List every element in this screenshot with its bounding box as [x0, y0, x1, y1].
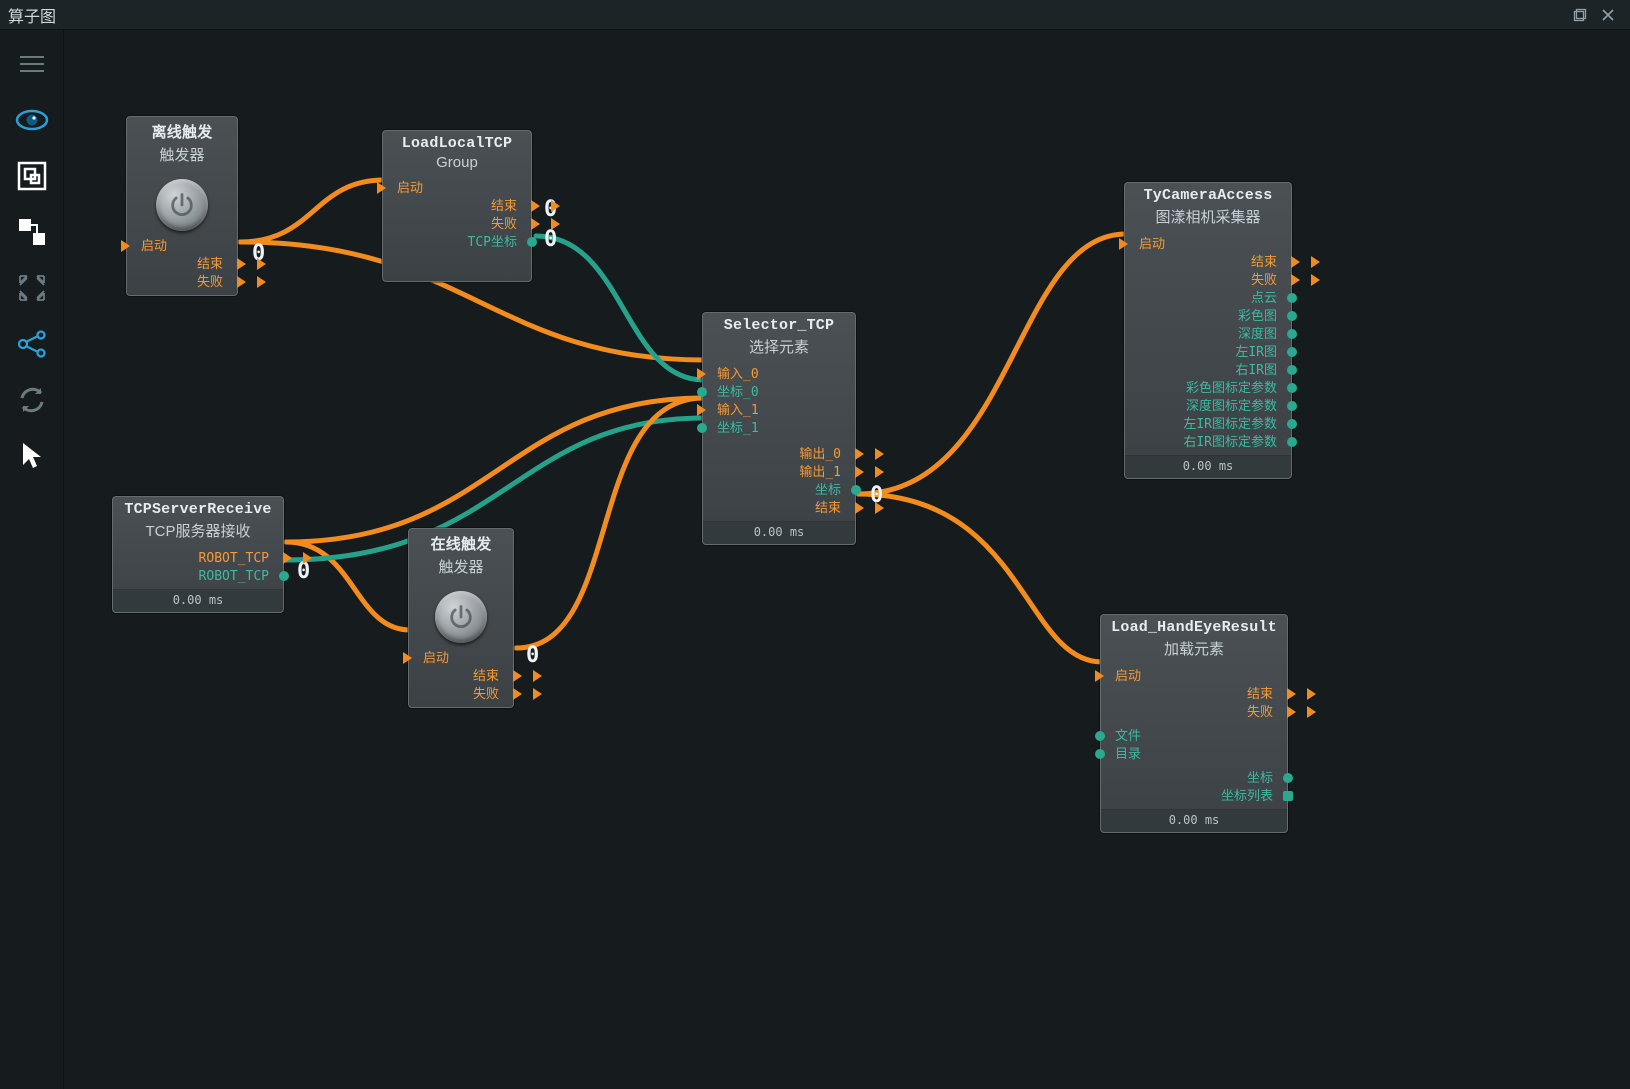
port-out-end[interactable]: 结束 — [127, 255, 237, 273]
window-title: 算子图 — [8, 3, 56, 27]
sidebar — [0, 30, 64, 1089]
node-selector-tcp[interactable]: Selector_TCP 选择元素 输入_0 坐标_0 输入_1 坐标_1 输出… — [702, 312, 856, 545]
port-out-0[interactable]: 输出_0 — [703, 445, 855, 463]
title-bar: 算子图 — [0, 0, 1630, 30]
port-out-rgb[interactable]: 彩色图 — [1125, 307, 1291, 325]
power-button[interactable] — [156, 179, 208, 231]
flow-count: 0 — [526, 643, 539, 668]
port-out-fail[interactable]: 失败 — [409, 685, 513, 703]
port-out-end[interactable]: 结束 — [409, 667, 513, 685]
port-out-1[interactable]: 输出_1 — [703, 463, 855, 481]
node-offline-trigger[interactable]: 离线触发 触发器 启动 结束 失败 — [126, 116, 238, 296]
cursor-button[interactable] — [8, 432, 56, 480]
node-subtitle: 触发器 — [127, 144, 237, 169]
restore-icon — [1573, 8, 1587, 22]
nodes-icon — [17, 217, 47, 247]
port-out-end[interactable]: 结束 — [1125, 253, 1291, 271]
port-out-right-ir[interactable]: 右IR图 — [1125, 361, 1291, 379]
node-title: LoadLocalTCP — [383, 131, 531, 154]
menu-button[interactable] — [8, 40, 56, 88]
power-icon — [447, 603, 475, 631]
node-subtitle: Group — [383, 154, 531, 175]
node-timing: 0.00 ms — [1101, 809, 1287, 832]
graph-canvas[interactable]: 0 0 0 0 0 0 离线触发 触发器 启动 结束 失败 LoadLocalT… — [64, 30, 1630, 1089]
group-button[interactable] — [8, 152, 56, 200]
node-tcp-server-receive[interactable]: TCPServerReceive TCP服务器接收 ROBOT_TCP ROBO… — [112, 496, 284, 613]
port-in-0[interactable]: 输入_0 — [703, 365, 855, 383]
fit-icon — [17, 273, 47, 303]
node-title: TCPServerReceive — [113, 497, 283, 520]
menu-icon — [19, 55, 45, 73]
nodes-button[interactable] — [8, 208, 56, 256]
node-title: 离线触发 — [127, 117, 237, 144]
node-subtitle: 触发器 — [409, 556, 513, 581]
node-subtitle: 图漾相机采集器 — [1125, 206, 1291, 231]
node-title: Selector_TCP — [703, 313, 855, 336]
refresh-icon — [17, 385, 47, 415]
node-online-trigger[interactable]: 在线触发 触发器 启动 结束 失败 — [408, 528, 514, 708]
port-out-pointcloud[interactable]: 点云 — [1125, 289, 1291, 307]
port-out-coord[interactable]: 坐标 — [703, 481, 855, 499]
port-in-coord-1[interactable]: 坐标_1 — [703, 419, 855, 437]
port-in-start[interactable]: 启动 — [1125, 235, 1291, 253]
preview-button[interactable] — [8, 96, 56, 144]
fit-button[interactable] — [8, 264, 56, 312]
port-out-end[interactable]: 结束 — [383, 197, 531, 215]
edge-layer: 0 0 0 0 0 0 — [64, 30, 1630, 1089]
port-in-dir[interactable]: 目录 — [1101, 745, 1287, 763]
close-icon — [1601, 8, 1615, 22]
refresh-button[interactable] — [8, 376, 56, 424]
node-timing: 0.00 ms — [703, 521, 855, 544]
close-button[interactable] — [1594, 4, 1622, 26]
port-out-coord-list[interactable]: 坐标列表 — [1101, 787, 1287, 805]
port-out-fail[interactable]: 失败 — [1101, 703, 1287, 721]
node-load-local-tcp[interactable]: LoadLocalTCP Group 启动 结束 失败 TCP坐标 — [382, 130, 532, 282]
port-out-end[interactable]: 结束 — [1101, 685, 1287, 703]
node-timing: 0.00 ms — [113, 589, 283, 612]
flow-count: 0 — [544, 227, 557, 252]
port-out-depth-calib[interactable]: 深度图标定参数 — [1125, 397, 1291, 415]
node-ty-camera-access[interactable]: TyCameraAccess 图漾相机采集器 启动 结束 失败 点云 彩色图 深… — [1124, 182, 1292, 479]
node-title: 在线触发 — [409, 529, 513, 556]
node-load-handeye-result[interactable]: Load_HandEyeResult 加载元素 启动 结束 失败 文件 目录 坐… — [1100, 614, 1288, 833]
node-timing: 0.00 ms — [1125, 455, 1291, 478]
node-title: TyCameraAccess — [1125, 183, 1291, 206]
port-in-file[interactable]: 文件 — [1101, 727, 1287, 745]
branch-button[interactable] — [8, 320, 56, 368]
node-subtitle: TCP服务器接收 — [113, 520, 283, 545]
port-out-robot-tcp-flow[interactable]: ROBOT_TCP — [113, 549, 283, 567]
node-subtitle: 加载元素 — [1101, 638, 1287, 663]
port-in-1[interactable]: 输入_1 — [703, 401, 855, 419]
node-subtitle: 选择元素 — [703, 336, 855, 361]
port-out-fail[interactable]: 失败 — [383, 215, 531, 233]
port-in-start[interactable]: 启动 — [127, 237, 237, 255]
port-out-fail[interactable]: 失败 — [1125, 271, 1291, 289]
power-icon — [168, 191, 196, 219]
port-out-left-ir-calib[interactable]: 左IR图标定参数 — [1125, 415, 1291, 433]
cursor-icon — [19, 441, 45, 471]
port-in-start[interactable]: 启动 — [1101, 667, 1287, 685]
restore-button[interactable] — [1566, 4, 1594, 26]
port-in-coord-0[interactable]: 坐标_0 — [703, 383, 855, 401]
port-out-tcp-coord[interactable]: TCP坐标 — [383, 233, 531, 251]
port-out-left-ir[interactable]: 左IR图 — [1125, 343, 1291, 361]
port-out-right-ir-calib[interactable]: 右IR图标定参数 — [1125, 433, 1291, 451]
port-out-robot-tcp-data[interactable]: ROBOT_TCP — [113, 567, 283, 585]
port-out-depth[interactable]: 深度图 — [1125, 325, 1291, 343]
port-in-start[interactable]: 启动 — [409, 649, 513, 667]
port-out-end[interactable]: 结束 — [703, 499, 855, 517]
branch-icon — [17, 329, 47, 359]
node-title: Load_HandEyeResult — [1101, 615, 1287, 638]
port-out-coord[interactable]: 坐标 — [1101, 769, 1287, 787]
eye-icon — [15, 108, 49, 132]
port-in-start[interactable]: 启动 — [383, 179, 531, 197]
port-out-rgb-calib[interactable]: 彩色图标定参数 — [1125, 379, 1291, 397]
port-out-fail[interactable]: 失败 — [127, 273, 237, 291]
group-icon — [16, 160, 48, 192]
power-button[interactable] — [435, 591, 487, 643]
